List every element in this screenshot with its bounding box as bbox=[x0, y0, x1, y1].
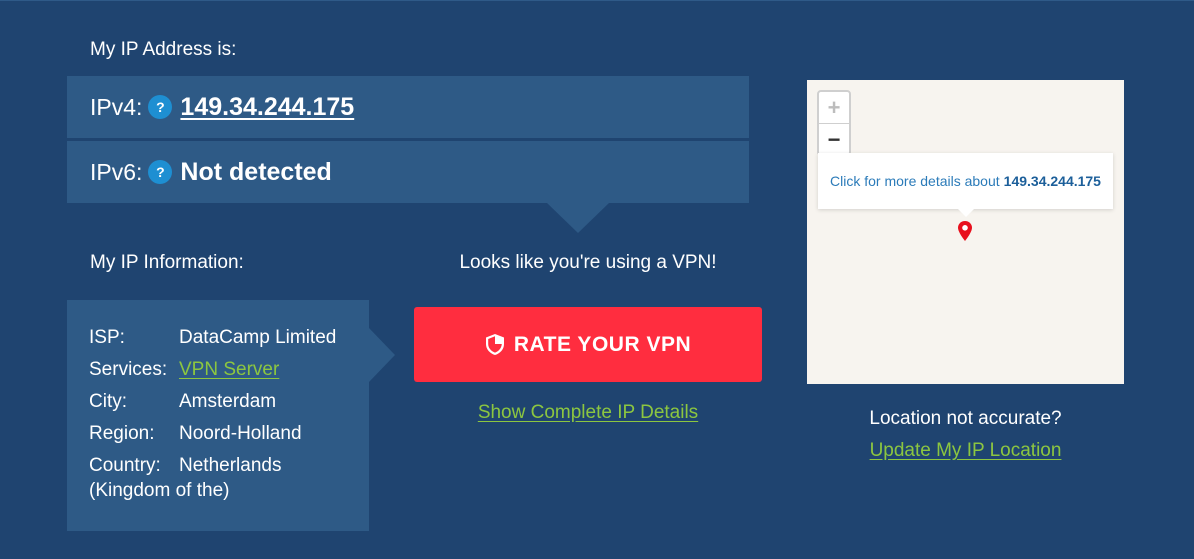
services-value-link[interactable]: VPN Server bbox=[179, 354, 279, 386]
services-key: Services: bbox=[89, 359, 168, 380]
map-popup-tip bbox=[958, 209, 974, 217]
update-ip-location-link[interactable]: Update My IP Location bbox=[807, 440, 1124, 462]
ipv4-value-link[interactable]: 149.34.244.175 bbox=[180, 93, 354, 122]
city-key: City: bbox=[89, 391, 127, 412]
zoom-control: + − bbox=[817, 90, 851, 156]
country-value-continued: (Kingdom of the) bbox=[89, 480, 230, 501]
info-row-region: Region: Noord-Holland bbox=[89, 418, 369, 450]
zoom-out-button[interactable]: − bbox=[819, 124, 849, 155]
ip-information-heading: My IP Information: bbox=[90, 252, 244, 273]
map-marker-icon[interactable] bbox=[957, 220, 973, 247]
shield-icon bbox=[485, 333, 505, 356]
map-popup-text: Click for more details about bbox=[830, 173, 1000, 189]
rate-your-vpn-label: RATE YOUR VPN bbox=[513, 332, 692, 356]
region-key: Region: bbox=[89, 423, 155, 444]
zoom-in-button[interactable]: + bbox=[819, 92, 849, 124]
info-row-isp: ISP: DataCamp Limited bbox=[89, 322, 369, 354]
panel-pointer-arrow bbox=[547, 203, 609, 233]
show-ip-details-link[interactable]: Show Complete IP Details bbox=[414, 402, 762, 424]
info-row-services: Services: VPN Server bbox=[89, 354, 369, 386]
panel-pointer-arrow-right bbox=[369, 328, 395, 382]
map-popup[interactable]: Click for more details about 149.34.244.… bbox=[818, 153, 1113, 209]
ipv6-value: Not detected bbox=[180, 157, 332, 186]
isp-value: DataCamp Limited bbox=[179, 327, 337, 348]
ipv6-row: IPv6: ? Not detected bbox=[67, 141, 749, 203]
ipv6-label: IPv6: bbox=[90, 158, 143, 185]
location-map[interactable]: + − Click for more details about 149.34.… bbox=[807, 80, 1124, 384]
ip-address-heading: My IP Address is: bbox=[90, 39, 237, 60]
rate-your-vpn-button[interactable]: RATE YOUR VPN bbox=[414, 307, 762, 382]
region-value: Noord-Holland bbox=[179, 423, 302, 444]
isp-key: ISP: bbox=[89, 327, 125, 348]
help-icon[interactable]: ? bbox=[148, 160, 173, 184]
help-icon[interactable]: ? bbox=[148, 95, 173, 119]
ip-information-panel: ISP: DataCamp Limited Services: VPN Serv… bbox=[67, 300, 369, 531]
info-row-city: City: Amsterdam bbox=[89, 386, 369, 418]
location-accuracy-question: Location not accurate? bbox=[869, 408, 1062, 429]
ipv4-label: IPv4: bbox=[90, 93, 143, 120]
vpn-detected-message: Looks like you're using a VPN! bbox=[459, 252, 717, 273]
ipv4-row: IPv4: ? 149.34.244.175 bbox=[67, 76, 749, 138]
map-popup-ip: 149.34.244.175 bbox=[1003, 173, 1101, 189]
city-value: Amsterdam bbox=[179, 391, 277, 412]
